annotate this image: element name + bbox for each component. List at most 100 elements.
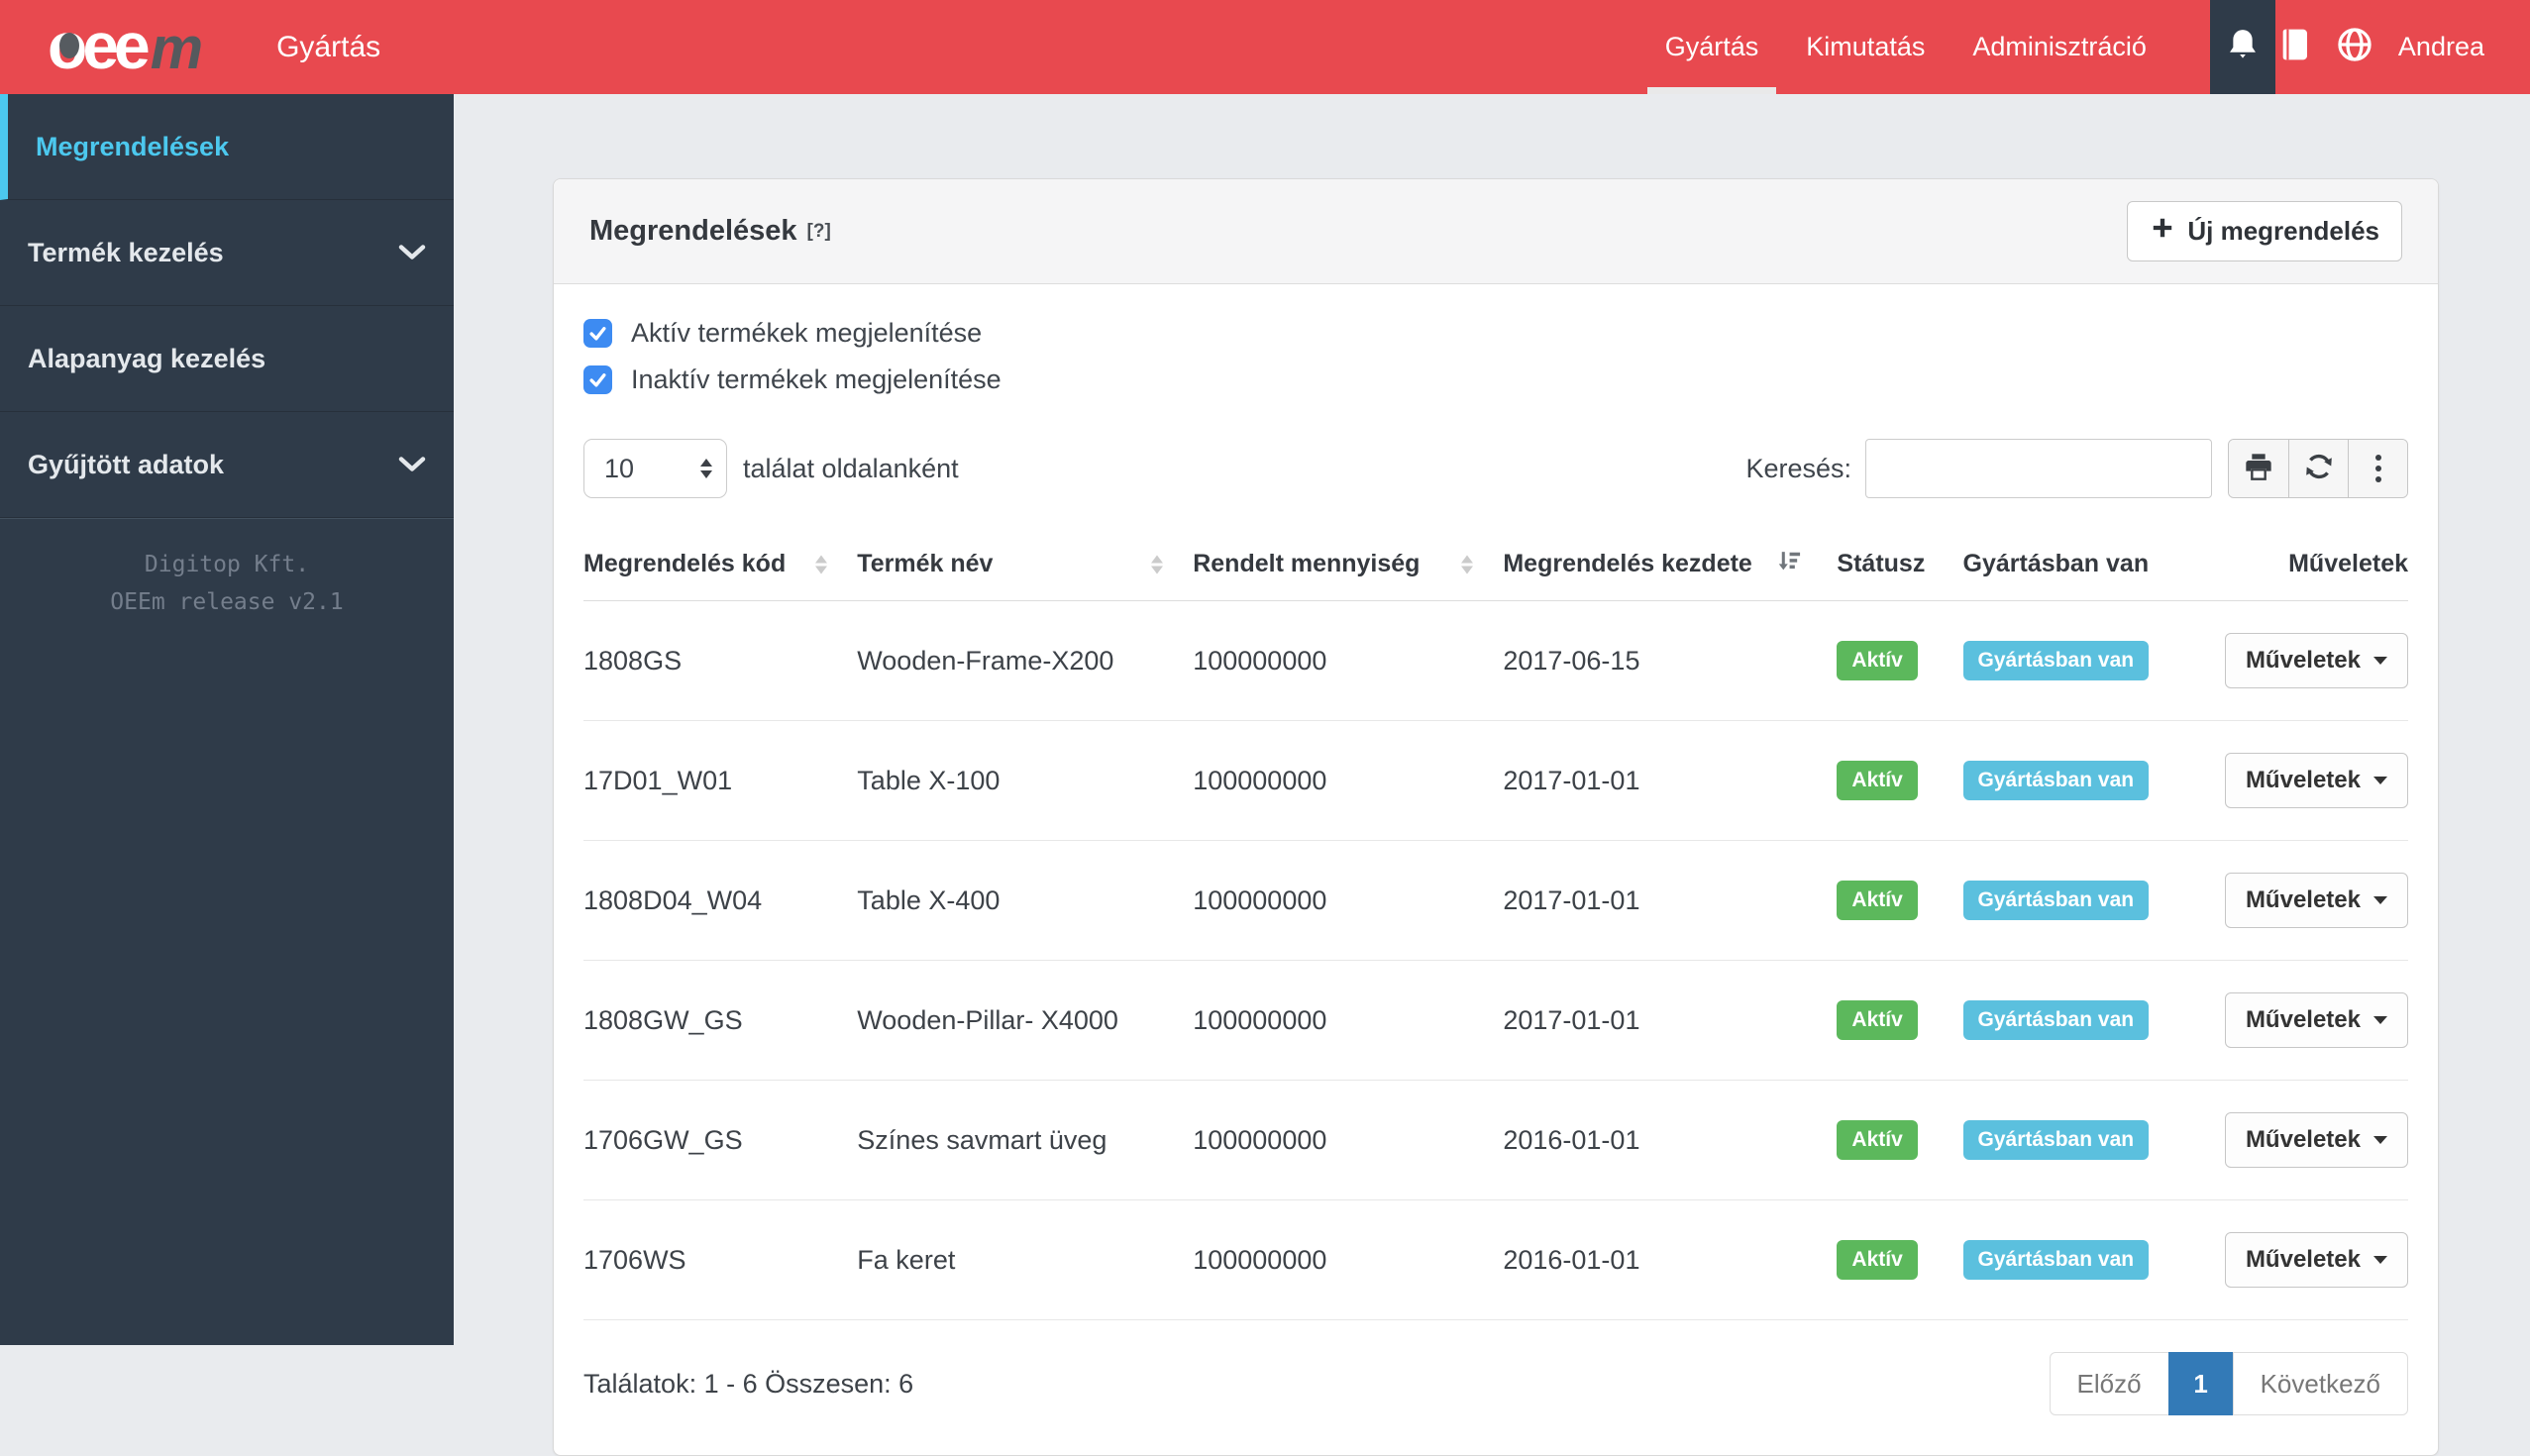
cell-start-date: 2016-01-01 (1503, 1200, 1837, 1320)
caret-down-icon (2373, 777, 2387, 784)
cell-quantity: 100000000 (1193, 961, 1503, 1081)
logo-text-oee: oee (48, 0, 146, 93)
production-badge: Gyártásban van (1963, 881, 2150, 920)
production-badge: Gyártásban van (1963, 1000, 2150, 1040)
language-button[interactable] (2335, 25, 2374, 69)
new-order-label: Új megrendelés (2187, 216, 2379, 247)
caret-down-icon (2373, 1136, 2387, 1144)
docs-button[interactable] (2275, 25, 2315, 69)
cell-quantity: 100000000 (1193, 1200, 1503, 1320)
status-badge: Aktív (1837, 1240, 1917, 1280)
status-badge: Aktív (1837, 641, 1917, 680)
navbar-right: Gyártás Kimutatás Adminisztráció (1641, 0, 2530, 94)
column-header-termek-nev[interactable]: Termék név (857, 528, 1193, 601)
bell-icon (2224, 26, 2262, 68)
checkbox-label: Inaktív termékek megjelenítése (631, 364, 1001, 395)
status-badge: Aktív (1837, 1120, 1917, 1160)
cell-order-code: 1706WS (583, 1200, 857, 1320)
more-options-button[interactable] (2348, 440, 2407, 497)
sidebar-item-megrendelesek[interactable]: Megrendelések (0, 94, 454, 200)
page-size-value: 10 (604, 454, 634, 484)
actions-dropdown-button[interactable]: Műveletek (2225, 633, 2408, 688)
status-badge: Aktív (1837, 881, 1917, 920)
sidebar-item-alapanyag-kezeles[interactable]: Alapanyag kezelés (0, 306, 454, 412)
globe-icon (2335, 25, 2374, 69)
checkbox-inactive-products[interactable] (583, 365, 612, 394)
sidebar-item-label: Termék kezelés (28, 238, 224, 268)
logo-text-m: m (151, 1, 203, 95)
table-row: 1808GW_GS Wooden-Pillar- X4000 100000000… (583, 961, 2408, 1081)
chevron-down-icon (398, 238, 426, 268)
panel-header: Megrendelések [?] Új megrendelés (554, 179, 2438, 284)
column-header-megrendeles-kezdete[interactable]: Megrendelés kezdete (1503, 528, 1837, 601)
table-row: 1706GW_GS Színes savmart üveg 100000000 … (583, 1081, 2408, 1200)
cell-start-date: 2017-01-01 (1503, 961, 1837, 1081)
search-area: Keresés: (1745, 439, 2408, 498)
app-logo[interactable]: oee m (48, 0, 203, 95)
status-badge: Aktív (1837, 761, 1917, 800)
sidebar-item-gyujtott-adatok[interactable]: Gyűjtött adatok (0, 412, 454, 518)
status-badge: Aktív (1837, 1000, 1917, 1040)
cell-start-date: 2017-01-01 (1503, 841, 1837, 961)
results-summary: Találatok: 1 - 6 Összesen: 6 (583, 1369, 913, 1400)
page-title: Gyártás (276, 31, 380, 64)
cell-start-date: 2017-01-01 (1503, 721, 1837, 841)
table-row: 1706WS Fa keret 100000000 2016-01-01 Akt… (583, 1200, 2408, 1320)
plus-icon (2150, 215, 2175, 248)
sort-icon (1151, 555, 1163, 573)
checkbox-active-products[interactable] (583, 319, 612, 348)
actions-dropdown-button[interactable]: Műveletek (2225, 992, 2408, 1048)
cell-product-name: Wooden-Frame-X200 (857, 601, 1193, 721)
book-icon (2275, 25, 2315, 69)
company-name: Digitop Kft. (0, 547, 454, 584)
actions-dropdown-button[interactable]: Műveletek (2225, 1112, 2408, 1168)
user-menu[interactable]: Andrea (2398, 32, 2484, 62)
orders-table: Megrendelés kód Termék név Rendelt menny… (583, 528, 2408, 1320)
cell-product-name: Fa keret (857, 1200, 1193, 1320)
actions-dropdown-button[interactable]: Műveletek (2225, 753, 2408, 808)
search-input[interactable] (1865, 439, 2212, 498)
column-header-megrendeles-kod[interactable]: Megrendelés kód (583, 528, 857, 601)
pagination-prev[interactable]: Előző (2050, 1352, 2169, 1415)
actions-dropdown-button[interactable]: Műveletek (2225, 1232, 2408, 1288)
notifications-button[interactable] (2210, 0, 2275, 94)
chevron-down-icon (398, 450, 426, 480)
caret-down-icon (2373, 896, 2387, 904)
sidebar-item-label: Alapanyag kezelés (28, 344, 265, 374)
actions-dropdown-button[interactable]: Műveletek (2225, 873, 2408, 928)
column-header-statusz[interactable]: Státusz (1837, 528, 1962, 601)
cell-order-code: 1808GS (583, 601, 857, 721)
table-row: 1808GS Wooden-Frame-X200 100000000 2017-… (583, 601, 2408, 721)
pagination-next[interactable]: Következő (2233, 1352, 2408, 1415)
sidebar: Megrendelések Termék kezelés Alapanyag k… (0, 94, 454, 1345)
sidebar-item-label: Megrendelések (36, 132, 229, 162)
table-header-row: Megrendelés kód Termék név Rendelt menny… (583, 528, 2408, 601)
page-size-label: találat oldalanként (743, 454, 959, 484)
table-row: 1808D04_W04 Table X-400 100000000 2017-0… (583, 841, 2408, 961)
caret-down-icon (2373, 657, 2387, 665)
pagination: Előző 1 Következő (2050, 1352, 2408, 1415)
production-badge: Gyártásban van (1963, 1240, 2150, 1280)
app-version-info: Digitop Kft. OEEm release v2.1 (0, 518, 454, 622)
pagination-page-1[interactable]: 1 (2168, 1352, 2234, 1415)
nav-link-gyartas[interactable]: Gyártás (1641, 0, 1783, 94)
cell-start-date: 2016-01-01 (1503, 1081, 1837, 1200)
nav-link-adminisztracio[interactable]: Adminisztráció (1949, 0, 2170, 94)
table-footer: Találatok: 1 - 6 Összesen: 6 Előző 1 Köv… (583, 1352, 2408, 1415)
refresh-button[interactable] (2288, 440, 2348, 497)
new-order-button[interactable]: Új megrendelés (2127, 201, 2402, 261)
kebab-icon (2375, 455, 2381, 482)
nav-link-kimutatas[interactable]: Kimutatás (1782, 0, 1949, 94)
table-tools (2228, 439, 2408, 498)
column-header-rendelt-mennyiseg[interactable]: Rendelt mennyiség (1193, 528, 1503, 601)
printer-icon (2243, 451, 2274, 487)
sort-desc-icon (1775, 547, 1803, 581)
help-link[interactable]: [?] (807, 221, 831, 243)
print-button[interactable] (2229, 440, 2288, 497)
main-content: Megrendelések [?] Új megrendelés Aktív t… (454, 94, 2530, 1345)
sidebar-item-termek-kezeles[interactable]: Termék kezelés (0, 200, 454, 306)
cell-product-name: Színes savmart üveg (857, 1081, 1193, 1200)
column-header-gyartasban-van[interactable]: Gyártásban van (1963, 528, 2206, 601)
caret-down-icon (2373, 1256, 2387, 1264)
page-size-select[interactable]: 10 (583, 439, 727, 498)
